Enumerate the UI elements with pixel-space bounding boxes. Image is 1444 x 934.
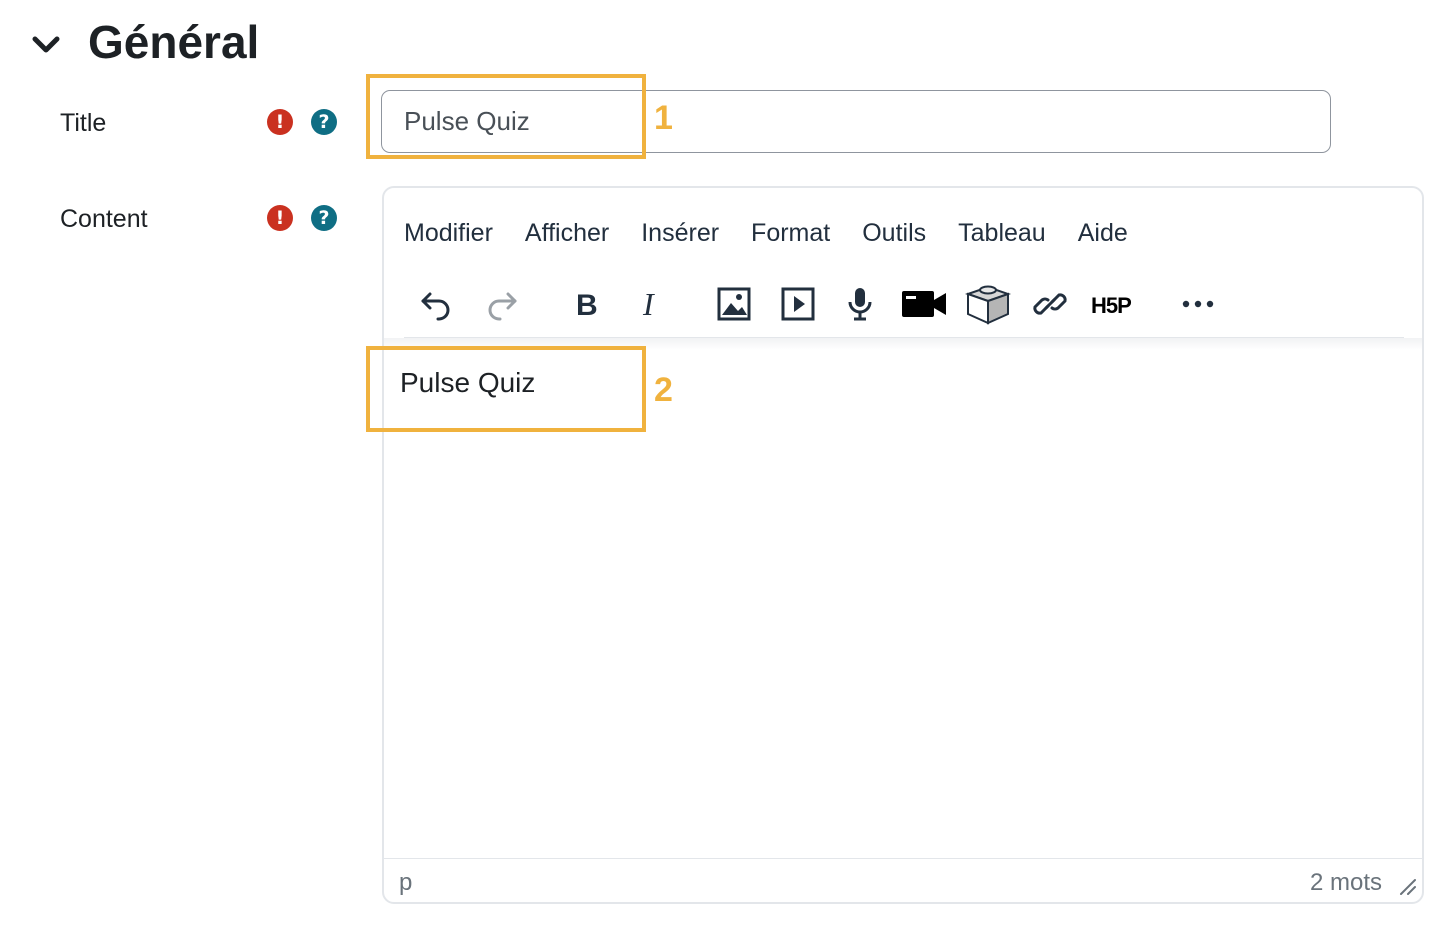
bold-icon[interactable]: B xyxy=(564,282,608,326)
annotation-number-2: 2 xyxy=(654,371,673,409)
content-label: Content xyxy=(60,205,148,233)
more-icon[interactable] xyxy=(1176,282,1220,326)
statusbar-divider xyxy=(384,858,1422,859)
link-icon[interactable] xyxy=(1028,282,1072,326)
resize-handle-icon[interactable] xyxy=(1397,876,1417,896)
menu-aide[interactable]: Aide xyxy=(1078,216,1128,252)
help-icon[interactable]: ? xyxy=(311,205,337,231)
toolbar-shadow xyxy=(384,338,1422,350)
word-count[interactable]: 2 mots xyxy=(1310,868,1382,898)
image-icon[interactable] xyxy=(712,282,756,326)
media-icon[interactable] xyxy=(776,282,820,326)
title-input[interactable] xyxy=(381,90,1331,153)
undo-icon[interactable] xyxy=(414,282,458,326)
h5p-icon[interactable]: H5P xyxy=(1088,282,1138,326)
help-icon[interactable]: ? xyxy=(311,109,337,135)
svg-text:B: B xyxy=(576,289,598,322)
menu-modifier[interactable]: Modifier xyxy=(404,216,493,252)
annotation-number-1: 1 xyxy=(654,99,673,137)
cube-icon[interactable] xyxy=(964,280,1012,328)
video-camera-icon[interactable] xyxy=(900,282,948,326)
required-icon: ! xyxy=(267,109,293,135)
menu-inserer[interactable]: Insérer xyxy=(641,216,719,252)
required-icon: ! xyxy=(267,205,293,231)
menu-tableau[interactable]: Tableau xyxy=(958,216,1046,252)
menu-outils[interactable]: Outils xyxy=(862,216,926,252)
microphone-icon[interactable] xyxy=(838,282,882,326)
svg-text:I: I xyxy=(642,286,655,322)
section-title: Général xyxy=(88,16,260,68)
editor-content[interactable]: Pulse Quiz xyxy=(400,366,535,400)
title-label: Title xyxy=(60,109,107,137)
italic-icon[interactable]: I xyxy=(628,282,672,326)
element-path[interactable]: p xyxy=(399,868,412,898)
rich-text-editor: Modifier Afficher Insérer Format Outils … xyxy=(382,186,1424,904)
menu-afficher[interactable]: Afficher xyxy=(525,216,609,252)
svg-text:H5P: H5P xyxy=(1091,293,1131,318)
chevron-down-icon[interactable] xyxy=(30,30,62,58)
menu-format[interactable]: Format xyxy=(751,216,830,252)
editor-menubar: Modifier Afficher Insérer Format Outils … xyxy=(404,216,1160,252)
redo-icon[interactable] xyxy=(480,282,524,326)
